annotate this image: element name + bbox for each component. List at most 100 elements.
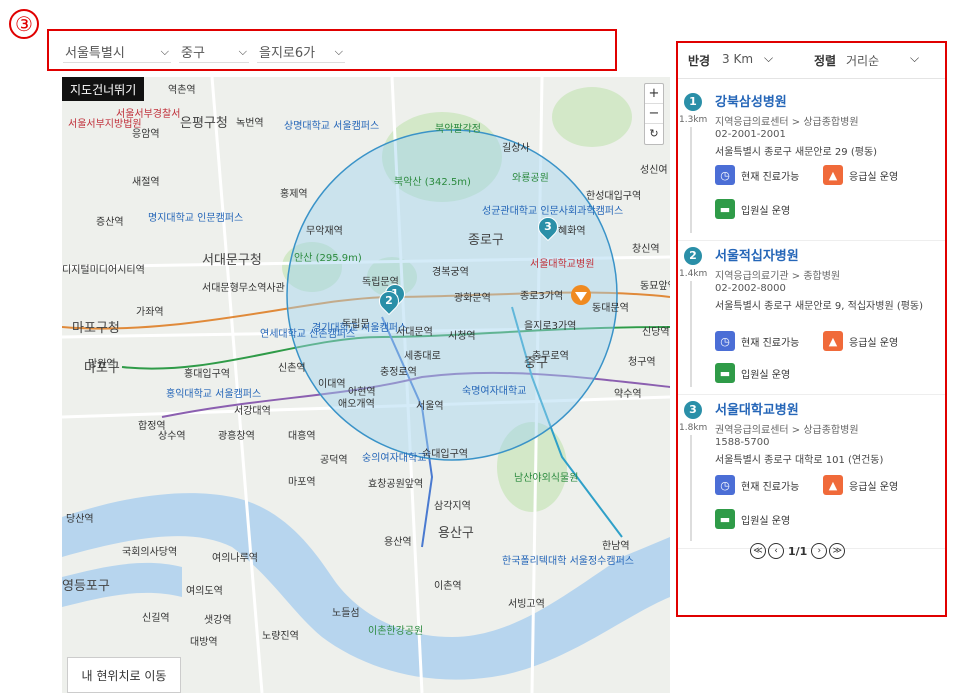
map-label: 창신역 — [632, 244, 660, 255]
hospital-type: 지역응급의료기관 > 종합병원 — [715, 271, 841, 282]
hospital-list: 1 1.3km 강북삼성병원 지역응급의료센터 > 상급종합병원 02-2001… — [678, 87, 945, 549]
map-label: 서울대학교병원 — [530, 259, 595, 270]
divider — [690, 281, 692, 387]
hospital-address: 서울특별시 종로구 새문안로 29 (평동) — [715, 147, 878, 158]
map-label: 숙대입구역 — [422, 449, 468, 460]
bed-icon: ▬ — [715, 363, 735, 383]
map-label: 디지털미디어시티역 — [62, 265, 145, 276]
status-text: 입원실 운영 — [741, 205, 791, 217]
sort-label: 정렬 — [814, 54, 837, 68]
first-page-button[interactable]: ≪ — [750, 543, 766, 559]
list-item[interactable]: 1 1.3km 강북삼성병원 지역응급의료센터 > 상급종합병원 02-2001… — [678, 87, 945, 241]
map-label: 독립문 — [342, 319, 370, 330]
map-label: 북악팔각정 — [435, 124, 481, 135]
map-label: 서대문형무소역사관 — [202, 283, 285, 294]
map-label: 동대문역 — [592, 303, 629, 314]
zoom-in-button[interactable]: + — [645, 84, 663, 104]
status-ward: ▬ 입원실 운영 — [715, 363, 790, 383]
map-label: 홍익대학교 서울캠퍼스 — [166, 389, 262, 400]
list-item[interactable]: 2 1.4km 서울적십자병원 지역응급의료기관 > 종합병원 02-2002-… — [678, 241, 945, 395]
map-label: 서대문역 — [396, 327, 433, 338]
chevron-down-icon: ⌵ — [334, 44, 343, 58]
map-label: 혜화역 — [558, 226, 586, 237]
zoom-control: + − ↻ — [644, 83, 664, 145]
hospital-name-link[interactable]: 서울적십자병원 — [715, 245, 799, 264]
bed-icon: ▬ — [715, 199, 735, 219]
park-north — [552, 87, 632, 147]
map-label: 북악산 (342.5m) — [394, 177, 471, 188]
map-label: 서강대역 — [234, 406, 271, 417]
map-label: 마포구청 — [72, 321, 120, 336]
map-label: 길상사 — [502, 143, 530, 154]
map-label: 새절역 — [132, 177, 160, 188]
map-label: 성신여 — [640, 165, 668, 176]
pagination: ≪ ‹ 1/1 › ≫ — [750, 543, 846, 559]
item-number-badge: 3 — [684, 401, 702, 419]
status-text: 응급실 운영 — [849, 171, 899, 183]
next-page-button[interactable]: › — [811, 543, 828, 559]
zoom-out-button[interactable]: − — [645, 104, 663, 124]
list-item[interactable]: 3 1.8km 서울대학교병원 권역응급의료센터 > 상급종합병원 1588-5… — [678, 395, 945, 549]
siren-icon: ▲ — [823, 331, 843, 351]
map-label: 증산역 — [96, 217, 124, 228]
map-label: 남산야외식물원 — [514, 473, 579, 484]
page-indicator: 1/1 — [788, 544, 808, 558]
map-label: 이촌역 — [434, 581, 462, 592]
item-number-badge: 2 — [684, 247, 702, 265]
map-label: 충정로역 — [380, 367, 417, 378]
status-text: 응급실 운영 — [849, 337, 899, 349]
map-label: 애오개역 — [338, 399, 375, 410]
map-label: 와룡공원 — [512, 173, 549, 184]
map-label: 대흥역 — [288, 431, 316, 442]
skip-map-button[interactable]: 지도건너뛰기 — [62, 77, 145, 101]
hospital-type: 지역응급의료센터 > 상급종합병원 — [715, 117, 859, 128]
radius-select[interactable]: 3 Km — [722, 52, 753, 66]
map-label: 서빙고역 — [508, 599, 545, 610]
locate-me-button[interactable]: 내 현위치로 이동 — [67, 657, 181, 693]
district-select[interactable]: 중구 ⌵ — [179, 41, 249, 63]
hospital-list-panel: 반경 3 Km ⌵ 정렬 거리순 ⌵ 1 1.3km 강북삼성병원 지역응급의료… — [676, 41, 947, 617]
city-select-value: 서울특별시 — [65, 46, 125, 61]
region-filter-bar: 서울특별시 ⌵ 중구 ⌵ 을지로6가 ⌵ — [47, 29, 617, 71]
map-label: 광흥창역 — [218, 431, 255, 442]
neighborhood-select[interactable]: 을지로6가 ⌵ — [257, 41, 345, 63]
map-view[interactable]: 은평구청 서대문구청 마포구청 마포구 종로구 용산구 영등포구 중구 명지대학… — [62, 77, 670, 693]
last-page-button[interactable]: ≫ — [829, 543, 846, 559]
divider — [690, 127, 692, 233]
map-label: 노량진역 — [262, 631, 299, 642]
item-distance: 1.8km — [679, 423, 708, 433]
neighborhood-select-value: 을지로6가 — [259, 46, 316, 61]
map-label: 청구역 — [628, 357, 656, 368]
status-emergency: ▲ 응급실 운영 — [823, 331, 898, 351]
sort-select[interactable]: 거리순 — [846, 52, 879, 69]
map-label: 역촌역 — [168, 85, 196, 96]
item-distance: 1.3km — [679, 115, 708, 125]
status-text: 입원실 운영 — [741, 369, 791, 381]
emergency-hospital-finder: ③ 서울특별시 ⌵ 중구 ⌵ 을지로6가 ⌵ 은평구청 서대문구청 마포구청 마… — [0, 0, 964, 693]
prev-page-button[interactable]: ‹ — [768, 543, 784, 559]
status-ward: ▬ 입원실 운영 — [715, 509, 790, 529]
map-label: 동묘앞역 — [640, 281, 670, 292]
item-distance: 1.4km — [679, 269, 708, 279]
map-label: 홍제역 — [280, 189, 308, 200]
map-label: 상수역 — [158, 431, 186, 442]
map-label: 가좌역 — [136, 307, 164, 318]
hospital-phone: 1588-5700 — [715, 437, 770, 448]
map-label: 공덕역 — [320, 455, 348, 466]
siren-icon: ▲ — [823, 165, 843, 185]
map-label: 용산역 — [384, 537, 412, 548]
map-label: 노들섬 — [332, 608, 360, 619]
district-select-value: 중구 — [181, 46, 205, 61]
map-label: 홍대입구역 — [184, 369, 230, 380]
hospital-name-link[interactable]: 서울대학교병원 — [715, 399, 799, 418]
hospital-name-link[interactable]: 강북삼성병원 — [715, 91, 787, 110]
status-consultation: ◷ 현재 진료가능 — [715, 331, 799, 351]
current-location-marker — [571, 285, 591, 305]
map-label: 세종대로 — [404, 351, 441, 362]
map-label: 종로구 — [468, 233, 504, 248]
map-label: 신길역 — [142, 613, 170, 624]
hospital-address: 서울특별시 종로구 새문안로 9, 적십자병원 (평동) — [715, 301, 924, 312]
reset-map-button[interactable]: ↻ — [645, 124, 663, 144]
hospital-phone: 02-2002-8000 — [715, 283, 786, 294]
city-select[interactable]: 서울특별시 ⌵ — [63, 41, 171, 63]
